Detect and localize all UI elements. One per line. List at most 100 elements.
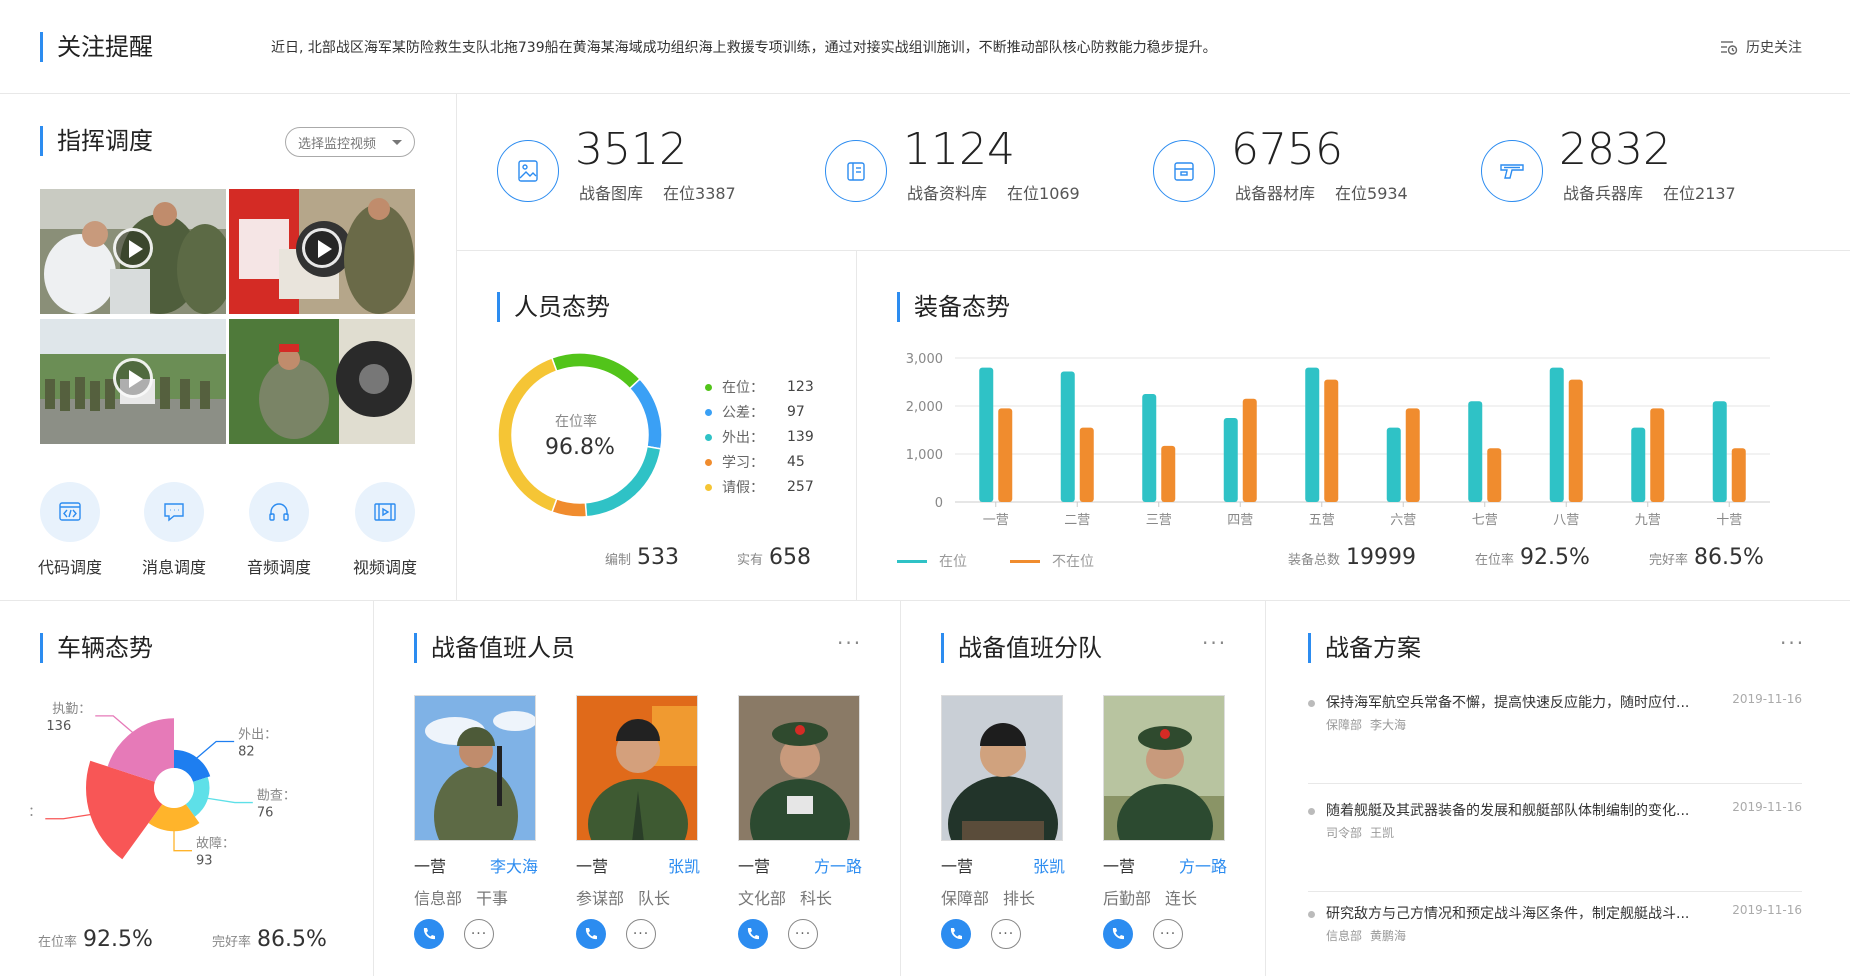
stat-number: 1124 bbox=[903, 124, 1015, 175]
stat-in-position: 在位3387 bbox=[663, 184, 736, 203]
rose-label: 故障： bbox=[196, 837, 235, 852]
duty-person-card[interactable]: 一营 张凯 参谋部 队长 ··· bbox=[576, 695, 700, 949]
history-button[interactable]: 历史关注 bbox=[1720, 37, 1802, 57]
video-thumbnail-2[interactable] bbox=[229, 189, 415, 314]
legend-value: 97 bbox=[787, 404, 805, 420]
equipment-bar-chart[interactable]: 0 1,000 2,000 3,000 一营 二营 三营 四营 五营 六营 七营 八营 九营 十营 bbox=[880, 340, 1780, 540]
good-value: 86.5% bbox=[257, 927, 327, 952]
rose-label: 外出： bbox=[238, 727, 277, 742]
plan-dept: 信息部 bbox=[1326, 929, 1363, 943]
plan-title[interactable]: 保持海军航空兵常备不懈，提高快速反应能力，随时应付... bbox=[1326, 692, 1689, 712]
more-options-button[interactable]: ··· bbox=[464, 919, 494, 949]
bullet-icon bbox=[1308, 808, 1315, 815]
plan-item[interactable]: 保持海军航空兵常备不懈，提高快速反应能力，随时应付... 2019-11-16 … bbox=[1308, 692, 1802, 784]
video-thumbnail-3[interactable] bbox=[40, 319, 226, 444]
person-photo bbox=[576, 695, 698, 841]
phone-call-button[interactable] bbox=[941, 919, 971, 949]
notice-text[interactable]: 近日, 北部战区海军某防险救生支队北拖739船在黄海某海域成功组织海上救援专项训… bbox=[271, 37, 1217, 57]
rose-center-hole bbox=[154, 768, 194, 808]
duty-team-card[interactable]: 一营 张凯 保障部 排长 ··· bbox=[941, 695, 1065, 949]
person-name[interactable]: 张凯 bbox=[1033, 853, 1065, 877]
legend-item-waichu: 外出： 139 bbox=[705, 427, 814, 447]
legend-not-in-position: 不在位 bbox=[1010, 551, 1094, 571]
plan-person: 李大海 bbox=[1370, 718, 1407, 732]
bar bbox=[1142, 394, 1157, 502]
film-icon bbox=[374, 503, 396, 521]
more-options-button[interactable]: ··· bbox=[991, 919, 1021, 949]
person-name[interactable]: 张凯 bbox=[668, 853, 700, 877]
y-tick-label: 2,000 bbox=[906, 400, 943, 415]
notice-title: 关注提醒 bbox=[40, 32, 153, 62]
monitor-video-select[interactable]: 选择监控视频 bbox=[285, 127, 415, 157]
legend-dot bbox=[705, 483, 712, 491]
phone-call-button[interactable] bbox=[738, 919, 768, 949]
bar bbox=[1161, 445, 1176, 502]
legend-dot bbox=[705, 383, 712, 391]
code-dispatch-button[interactable]: 代码调度 bbox=[20, 482, 120, 578]
dispatch-label: 代码调度 bbox=[37, 558, 102, 577]
message-dispatch-button[interactable]: 消息调度 bbox=[124, 482, 224, 578]
y-tick-label: 1,000 bbox=[906, 448, 943, 463]
more-icon[interactable]: ··· bbox=[1202, 631, 1227, 655]
equipment-rate: 在位率 92.5% bbox=[1475, 545, 1590, 570]
bullet-icon bbox=[1308, 911, 1315, 918]
person-role: 队长 bbox=[638, 889, 671, 908]
person-dept: 后勤部 bbox=[1103, 889, 1152, 908]
headphones-icon bbox=[269, 503, 289, 521]
bar bbox=[1712, 401, 1727, 502]
phone-icon bbox=[585, 928, 597, 940]
more-options-button[interactable]: ··· bbox=[788, 919, 818, 949]
legend-value: 123 bbox=[787, 379, 814, 395]
bianzhi-value: 533 bbox=[637, 545, 680, 570]
plan-item[interactable]: 随着舰艇及其武器装备的发展和舰艇部队体制编制的变化... 2019-11-16 … bbox=[1308, 800, 1802, 892]
person-unit: 一营 bbox=[941, 857, 974, 876]
person-unit: 一营 bbox=[1103, 857, 1136, 876]
plan-title[interactable]: 随着舰艇及其武器装备的发展和舰艇部队体制编制的变化... bbox=[1326, 800, 1689, 820]
plan-item[interactable]: 研究敌方与己方情况和预定战斗海区条件，制定舰艇战斗... 2019-11-16 … bbox=[1308, 903, 1802, 976]
video-dispatch-button[interactable]: 视频调度 bbox=[335, 482, 435, 578]
more-icon[interactable]: ··· bbox=[837, 631, 862, 655]
play-icon[interactable] bbox=[113, 227, 153, 268]
history-label: 历史关注 bbox=[1746, 40, 1802, 56]
bar bbox=[1549, 367, 1564, 502]
duty-person-card[interactable]: 一营 方一路 文化部 科长 ··· bbox=[738, 695, 862, 949]
rate-label: 在位率 bbox=[1475, 553, 1515, 568]
duty-personnel-title: 战备值班人员 bbox=[414, 633, 575, 663]
message-dispatch-circle bbox=[144, 482, 204, 542]
person-name[interactable]: 方一路 bbox=[1179, 853, 1227, 877]
phone-call-button[interactable] bbox=[414, 919, 444, 949]
person-name[interactable]: 方一路 bbox=[814, 853, 862, 877]
vehicle-rose-chart[interactable]: 外出：82勘查：76故障：93在位：159执勤：136 bbox=[30, 680, 350, 910]
avatar bbox=[415, 696, 535, 840]
equipment-title: 装备态势 bbox=[897, 292, 1010, 322]
y-tick-label: 0 bbox=[935, 496, 943, 511]
person-dept: 信息部 bbox=[414, 889, 463, 908]
legend-item-qingjia: 请假： 257 bbox=[705, 477, 814, 497]
more-icon[interactable]: ··· bbox=[1780, 631, 1805, 655]
bar bbox=[998, 408, 1013, 502]
audio-dispatch-circle bbox=[249, 482, 309, 542]
video-thumbnail-1[interactable] bbox=[40, 189, 226, 314]
more-options-button[interactable]: ··· bbox=[626, 919, 656, 949]
x-tick-label: 一营 bbox=[983, 513, 1009, 528]
duty-team-card[interactable]: 一营 方一路 后勤部 连长 ··· bbox=[1103, 695, 1227, 949]
person-dept: 文化部 bbox=[738, 889, 787, 908]
equipment-total: 装备总数 19999 bbox=[1288, 545, 1416, 570]
rose-value: 93 bbox=[196, 854, 213, 869]
audio-dispatch-button[interactable]: 音频调度 bbox=[229, 482, 329, 578]
person-unit: 一营 bbox=[576, 857, 609, 876]
legend-label: 公差： bbox=[722, 405, 764, 421]
play-icon[interactable] bbox=[302, 227, 342, 268]
equipment-good: 完好率 86.5% bbox=[1649, 545, 1764, 570]
person-name[interactable]: 李大海 bbox=[490, 853, 538, 877]
duty-person-card[interactable]: 一营 李大海 信息部 干事 ··· bbox=[414, 695, 538, 949]
phone-call-button[interactable] bbox=[1103, 919, 1133, 949]
x-tick-label: 五营 bbox=[1309, 513, 1335, 528]
video-thumbnail-4[interactable] bbox=[229, 319, 415, 444]
plan-title[interactable]: 研究敌方与己方情况和预定战斗海区条件，制定舰艇战斗... bbox=[1326, 903, 1689, 923]
good-value: 86.5% bbox=[1694, 545, 1764, 570]
play-icon[interactable] bbox=[113, 357, 153, 398]
more-options-button[interactable]: ··· bbox=[1153, 919, 1183, 949]
notice-bar: 关注提醒 近日, 北部战区海军某防险救生支队北拖739船在黄海某海域成功组织海上… bbox=[0, 0, 1850, 94]
phone-call-button[interactable] bbox=[576, 919, 606, 949]
